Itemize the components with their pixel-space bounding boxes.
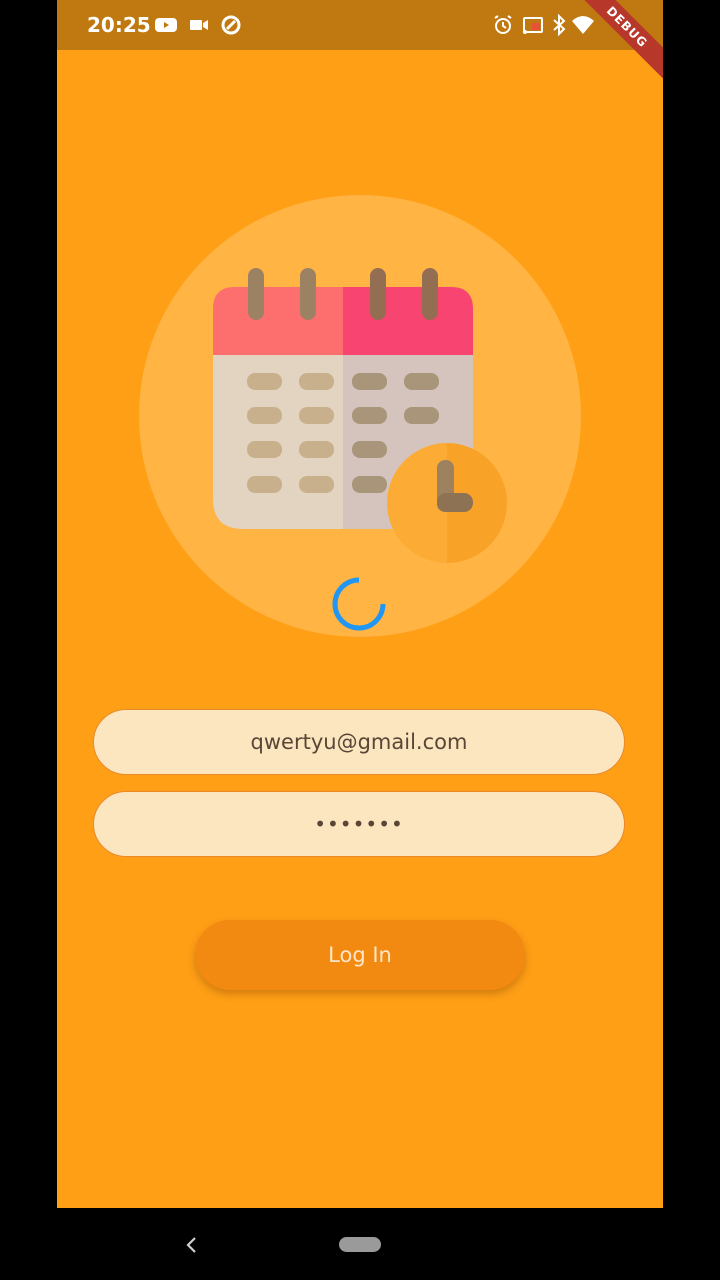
alarm-icon <box>494 15 512 34</box>
wifi-icon <box>572 16 594 34</box>
password-value: ••••••• <box>314 812 404 836</box>
back-icon[interactable] <box>182 1233 202 1257</box>
password-field[interactable]: ••••••• <box>93 791 625 857</box>
youtube-icon <box>155 18 177 32</box>
sync-icon <box>221 15 241 35</box>
status-bar: 20:25 DEBUG <box>57 0 663 85</box>
app-screen: 20:25 DEBUG qwertyu@gmail.com ••••••• Lo… <box>57 0 663 1208</box>
calendar-clock-illustration <box>139 195 581 637</box>
video-camera-icon <box>190 20 208 30</box>
login-button-label: Log In <box>328 943 392 967</box>
status-time: 20:25 <box>87 13 151 37</box>
email-value: qwertyu@gmail.com <box>250 730 468 754</box>
login-button[interactable]: Log In <box>195 920 525 990</box>
email-field[interactable]: qwertyu@gmail.com <box>93 709 625 775</box>
home-pill[interactable] <box>339 1237 381 1252</box>
bluetooth-icon <box>553 13 566 37</box>
cast-icon <box>523 17 543 34</box>
loading-spinner <box>332 577 386 631</box>
